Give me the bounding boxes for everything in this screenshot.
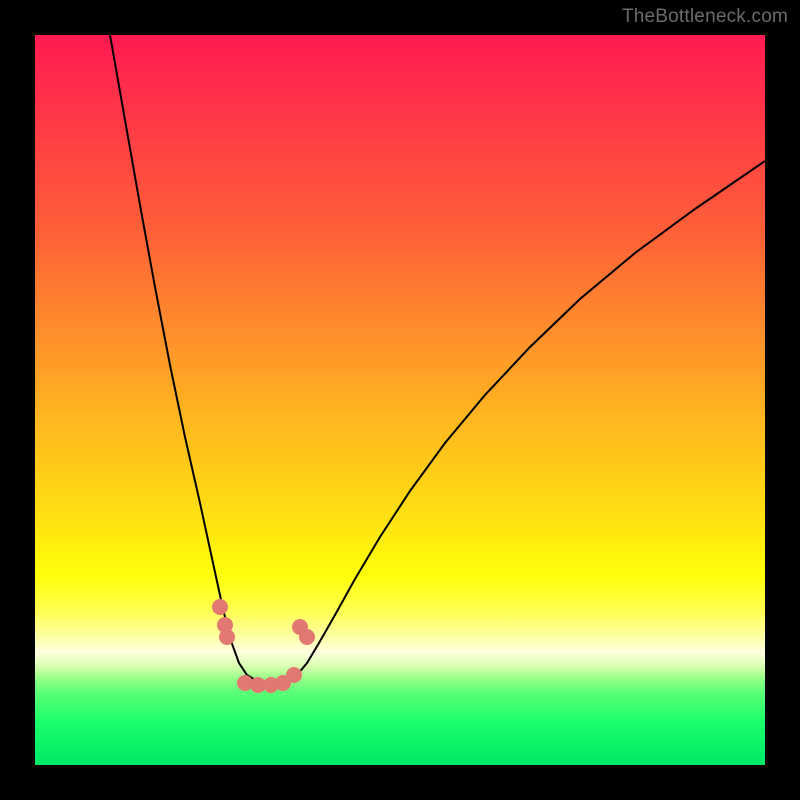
plot-area [35, 35, 765, 765]
chart-svg [35, 35, 765, 765]
data-point [219, 629, 235, 645]
right-curve [270, 161, 765, 683]
data-point-markers [212, 599, 315, 693]
data-point [286, 667, 302, 683]
data-point [299, 629, 315, 645]
outer-frame: TheBottleneck.com [0, 0, 800, 800]
data-point [212, 599, 228, 615]
left-curve [110, 35, 270, 683]
watermark-text: TheBottleneck.com [622, 6, 788, 28]
